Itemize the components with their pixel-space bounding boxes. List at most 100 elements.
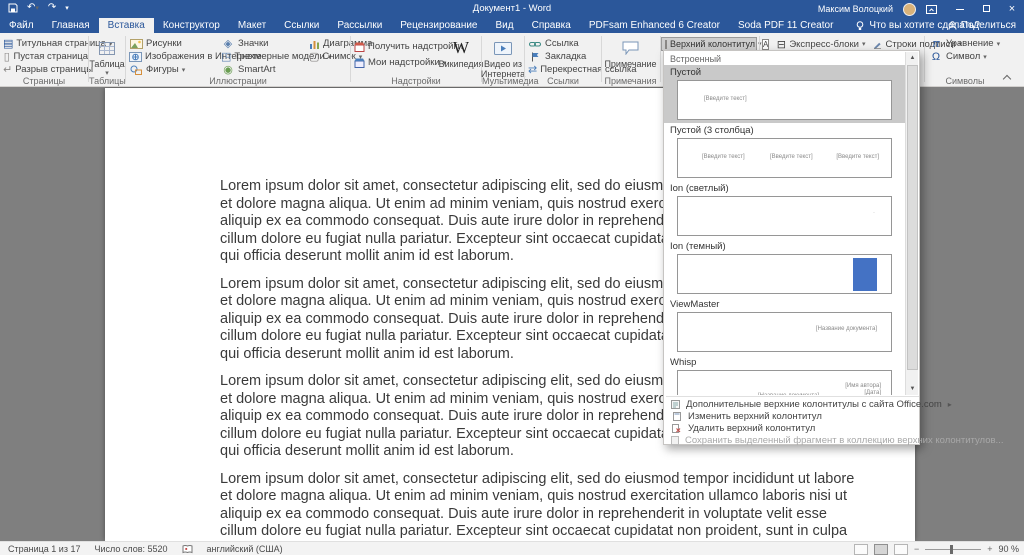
header-style-viewmaster[interactable]: ViewMaster [Название документа] [664, 297, 906, 355]
header-style-blank[interactable]: Пустой [Введите текст] [664, 65, 906, 123]
menu-item-more-headers-office[interactable]: Дополнительные верхние колонтитулы с сай… [664, 398, 952, 410]
quick-parts-button[interactable]: ⊟ Экспресс-блоки ▾ [773, 38, 866, 51]
gallery-scrollbar[interactable]: ▲ ▼ [905, 52, 918, 395]
print-layout-icon[interactable] [873, 543, 888, 555]
chart-button[interactable]: Диаграмма [306, 37, 372, 50]
paragraph[interactable]: Lorem ipsum dolor sit amet, consectetur … [220, 471, 854, 542]
account-name[interactable]: Максим Волоцкий [818, 4, 893, 14]
read-mode-icon[interactable] [853, 543, 868, 555]
icons-icon: ◈ [223, 38, 233, 50]
header-preview [677, 254, 892, 294]
tab-review[interactable]: Рецензирование [391, 18, 486, 33]
menu-item-delete-header[interactable]: Удалить верхний колонтитул [664, 422, 919, 434]
tab-design[interactable]: Конструктор [154, 18, 229, 33]
tab-references[interactable]: Ссылки [275, 18, 328, 33]
collapse-ribbon-icon[interactable] [1003, 74, 1010, 81]
my-addins-button[interactable]: Мои надстройки ▾ [351, 56, 446, 69]
tab-help[interactable]: Справка [523, 18, 580, 33]
tab-home[interactable]: Главная [43, 18, 99, 33]
shapes-icon [129, 65, 143, 75]
shapes-button[interactable]: Фигуры ▾ [126, 63, 218, 76]
zoom-in-button[interactable]: + [987, 544, 992, 554]
link-button[interactable]: Ссылка [525, 37, 601, 50]
zoom-slider[interactable] [925, 544, 982, 554]
page-indicator[interactable]: Страница 1 из 17 [8, 544, 80, 554]
header-style-blank-3col[interactable]: Пустой (3 столбца) [Введите текст] [Введ… [664, 123, 906, 181]
tab-pdfsam[interactable]: PDFsam Enhanced 6 Creator [580, 18, 729, 33]
get-addins-button[interactable]: Получить надстройки [351, 40, 463, 53]
zoom-level[interactable]: 90 % [998, 544, 1019, 554]
text-line: aliquip ex ea commodo consequat. Duis au… [220, 505, 827, 522]
equation-button[interactable]: π Уравнение ▾ [926, 37, 1004, 50]
header-preview: [Введите текст] [Введите текст] [Введите… [677, 138, 892, 178]
header-style-whisp[interactable]: Whisp [Название документа] [Имя автора] … [664, 355, 906, 395]
scrollbar-up-icon[interactable]: ▲ [906, 52, 919, 64]
ribbon-tab-bar: Файл Главная Вставка Конструктор Макет С… [0, 18, 1024, 33]
online-video-icon [494, 37, 512, 59]
menu-item-edit-header[interactable]: Изменить верхний колонтитул [664, 410, 919, 422]
tab-file[interactable]: Файл [0, 18, 43, 33]
header-dropdown-menu: Дополнительные верхние колонтитулы с сай… [664, 398, 1003, 446]
cross-reference-icon: ⇄ [528, 64, 538, 76]
symbol-button[interactable]: Ω Символ ▾ [926, 50, 1004, 63]
symbol-icon: Ω [931, 50, 941, 63]
menu-separator [666, 396, 919, 397]
tab-mailings[interactable]: Рассылки [328, 18, 391, 33]
header-button[interactable]: Верхний колонтитул▾ [661, 37, 762, 51]
edit-header-icon [671, 411, 682, 421]
header-style-ion-light[interactable]: Ion (светлый) · [664, 181, 906, 239]
group-symbols: π Уравнение ▾ Ω Символ ▾ Символы [926, 33, 1004, 87]
zoom-slider-thumb[interactable] [950, 544, 954, 554]
tab-layout[interactable]: Макет [229, 18, 275, 33]
minimize-button[interactable] [952, 1, 968, 17]
screenshot-button[interactable]: ▢ Снимок ▾ [306, 50, 362, 63]
blank-page-button[interactable]: ▯ Пустая страница [0, 50, 88, 63]
web-layout-icon[interactable] [893, 543, 908, 555]
group-comments: Примечание Примечания [602, 33, 659, 87]
textbox-icon[interactable]: A [762, 38, 770, 50]
text-line: Lorem ipsum dolor sit amet, consectetur … [220, 470, 855, 487]
status-bar: Страница 1 из 17 Число слов: 5520 англий… [0, 541, 1024, 555]
group-divider [759, 36, 760, 50]
ion-dark-accent [853, 258, 877, 291]
avatar[interactable] [903, 2, 916, 16]
cover-page-button[interactable]: ▤Титульная страница▾ [0, 37, 112, 50]
3d-models-icon: ◳ [221, 51, 232, 63]
bookmark-button[interactable]: Закладка [525, 50, 601, 63]
icons-button[interactable]: ◈ Значки [218, 37, 306, 50]
smartart-button[interactable]: ◉ SmartArt [218, 63, 306, 76]
online-pictures-button[interactable]: Изображения в Интернете [126, 50, 262, 63]
word-count[interactable]: Число слов: 5520 [94, 544, 167, 554]
header-style-ion-dark[interactable]: Ion (темный) [664, 239, 906, 297]
wikipedia-icon: W [452, 38, 470, 57]
scrollbar-down-icon[interactable]: ▼ [906, 383, 919, 395]
tab-insert[interactable]: Вставка [98, 18, 154, 33]
share-button[interactable]: Поделиться [948, 18, 1016, 33]
cover-page-icon: ▤ [3, 38, 14, 50]
ribbon-display-options-icon[interactable] [926, 4, 942, 14]
3d-models-button[interactable]: ◳ Трехмерные модели ▾ [218, 50, 331, 63]
pictures-button[interactable]: Рисунки [126, 37, 218, 50]
proofing-errors-icon[interactable] [182, 544, 193, 554]
page-break-button[interactable]: ↵ Разрыв страницы [0, 63, 93, 76]
maximize-button[interactable] [978, 1, 994, 17]
group-pages: ▤Титульная страница▾ ▯Пустая страница ↵Р… [0, 33, 112, 87]
blank-page-icon: ▯ [3, 51, 10, 63]
header-gallery-list: Пустой [Введите текст] Пустой (3 столбца… [664, 65, 906, 395]
text-line: cillum dolore eu fugiat nulla pariatur. … [220, 523, 848, 539]
cross-reference-button[interactable]: ⇄ Перекрестная ссылка [525, 63, 637, 76]
close-button[interactable]: × [1004, 1, 1020, 17]
group-links: Ссылка Закладка ⇄ Перекрестная ссылка Ссы… [525, 33, 637, 87]
share-person-icon [948, 21, 957, 30]
group-media: Видео из Интернета Мультимедиа [481, 33, 539, 87]
language-indicator[interactable]: английский (США) [207, 544, 283, 554]
group-tables: Таблица ▾ Таблицы [89, 33, 126, 87]
title-bar: ↶▾ ↷ ▾ Документ1 - Word Максим Волоцкий … [0, 0, 1024, 18]
header-gallery-dropdown: Встроенный Пустой [Введите текст] Пустой… [663, 50, 1003, 446]
header-preview: [Название документа] [677, 312, 892, 352]
zoom-out-button[interactable]: − [914, 544, 919, 554]
menu-item-save-selection: Сохранить выделенный фрагмент в коллекци… [664, 434, 1003, 446]
scrollbar-thumb[interactable] [907, 65, 918, 370]
tab-soda-pdf[interactable]: Soda PDF 11 Creator [729, 18, 842, 33]
tab-view[interactable]: Вид [487, 18, 523, 33]
